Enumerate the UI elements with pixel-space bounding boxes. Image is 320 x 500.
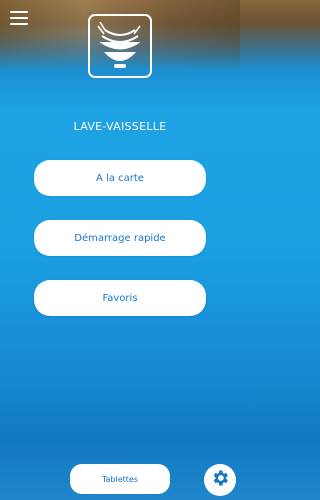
dishwasher-bowls-logo xyxy=(86,12,154,80)
favorites-label: Favoris xyxy=(102,292,138,304)
favorites-button[interactable]: Favoris xyxy=(34,280,206,316)
hamburger-menu-icon[interactable] xyxy=(10,11,28,25)
tablets-button[interactable]: Tablettes xyxy=(70,464,170,494)
a-la-carte-label: A la carte xyxy=(96,172,144,184)
settings-button[interactable] xyxy=(204,464,236,496)
tablets-label: Tablettes xyxy=(101,474,139,484)
gear-icon xyxy=(210,468,230,492)
a-la-carte-button[interactable]: A la carte xyxy=(34,160,206,196)
quick-start-button[interactable]: Démarrage rapide xyxy=(34,220,206,256)
page-title: LAVE-VAISSELLE xyxy=(73,120,167,133)
quick-start-label: Démarrage rapide xyxy=(74,232,166,244)
